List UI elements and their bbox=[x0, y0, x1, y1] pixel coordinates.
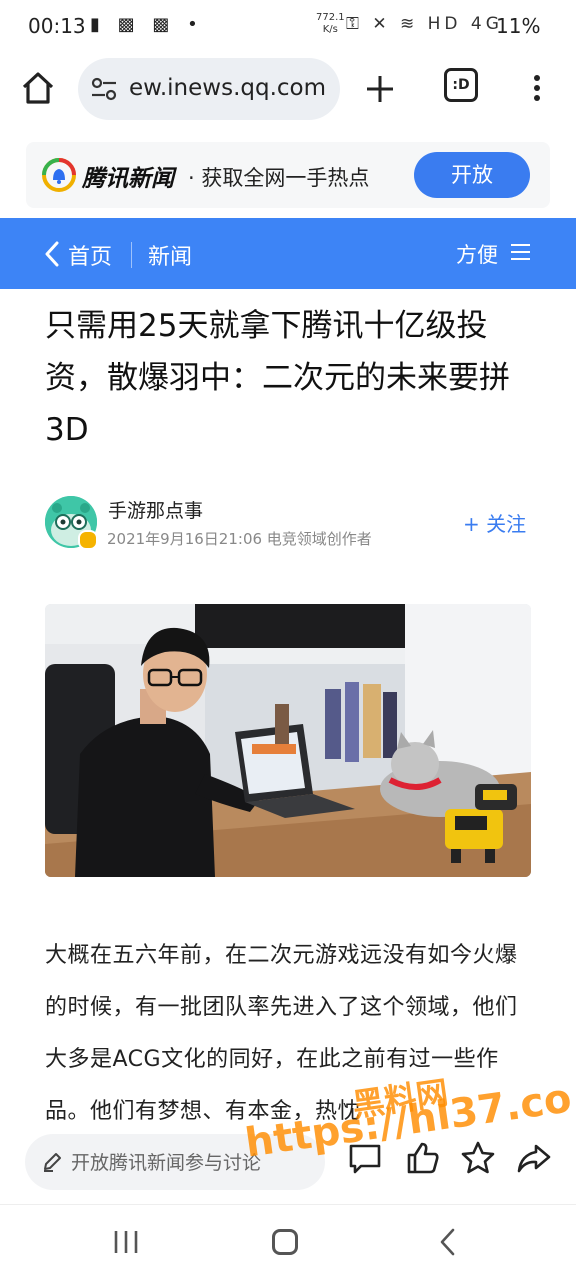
network-speed-value: 772.1 bbox=[316, 12, 345, 23]
article-title: 只需用25天就拿下腾讯十亿级投资，散爆羽中：二次元的未来要拼3D bbox=[45, 308, 510, 448]
new-tab-icon[interactable] bbox=[362, 68, 398, 108]
browser-toolbar: ew.inews.qq.com :D bbox=[0, 54, 576, 133]
tab-switcher-button[interactable]: :D bbox=[444, 68, 478, 102]
nav-home-link[interactable]: 首页 bbox=[68, 239, 112, 271]
verified-badge-icon bbox=[78, 530, 98, 550]
share-icon[interactable] bbox=[516, 1140, 552, 1176]
nav-divider bbox=[131, 242, 132, 268]
site-nav-bar: 首页 新闻 方便 bbox=[0, 218, 576, 289]
pen-icon bbox=[41, 1151, 63, 1173]
tencent-news-logo-icon bbox=[42, 158, 76, 192]
home-button-icon[interactable] bbox=[272, 1229, 298, 1255]
like-icon[interactable] bbox=[405, 1140, 441, 1176]
notification-icons: ▮ ▩ ▩ • bbox=[90, 14, 204, 35]
site-settings-icon[interactable] bbox=[90, 76, 118, 102]
network-speed: 772.1 K/s bbox=[316, 12, 345, 36]
chevron-left-icon[interactable] bbox=[44, 240, 60, 268]
status-time: 00:13 bbox=[28, 14, 86, 38]
nav-news-link[interactable]: 新闻 bbox=[148, 239, 192, 271]
author-meta: 2021年9月16日21:06 电竞领域创作者 bbox=[107, 530, 372, 548]
network-speed-unit: K/s bbox=[322, 24, 338, 35]
back-icon[interactable] bbox=[438, 1227, 458, 1257]
promo-slogan: · 获取全网一手热点 bbox=[188, 166, 370, 190]
address-bar[interactable]: ew.inews.qq.com bbox=[78, 58, 340, 120]
article-photo[interactable] bbox=[45, 604, 531, 877]
promo-brand: 腾讯新闻 bbox=[82, 166, 174, 192]
hamburger-menu-icon[interactable] bbox=[511, 243, 530, 261]
url-text: ew.inews.qq.com bbox=[129, 75, 327, 101]
more-menu-icon[interactable] bbox=[524, 68, 550, 108]
open-app-button[interactable]: 开放 bbox=[414, 152, 530, 198]
follow-button[interactable]: + 关注 bbox=[463, 508, 526, 537]
battery-level: 11% bbox=[496, 14, 541, 38]
star-icon[interactable] bbox=[460, 1140, 496, 1176]
home-icon[interactable] bbox=[18, 68, 58, 108]
comment-placeholder: 开放腾讯新闻参与讨论 bbox=[71, 1152, 262, 1174]
status-bar: 00:13 ▮ ▩ ▩ • 772.1 K/s ⚿ ✕ ≋ HD 4G 11% bbox=[0, 0, 576, 54]
system-navigation-bar bbox=[0, 1204, 576, 1281]
nav-easy-link[interactable]: 方便 bbox=[456, 239, 498, 269]
system-status-icons: ⚿ ✕ ≋ HD 4G bbox=[346, 14, 503, 34]
recent-apps-icon[interactable] bbox=[112, 1229, 140, 1255]
author-name[interactable]: 手游那点事 bbox=[108, 496, 203, 523]
